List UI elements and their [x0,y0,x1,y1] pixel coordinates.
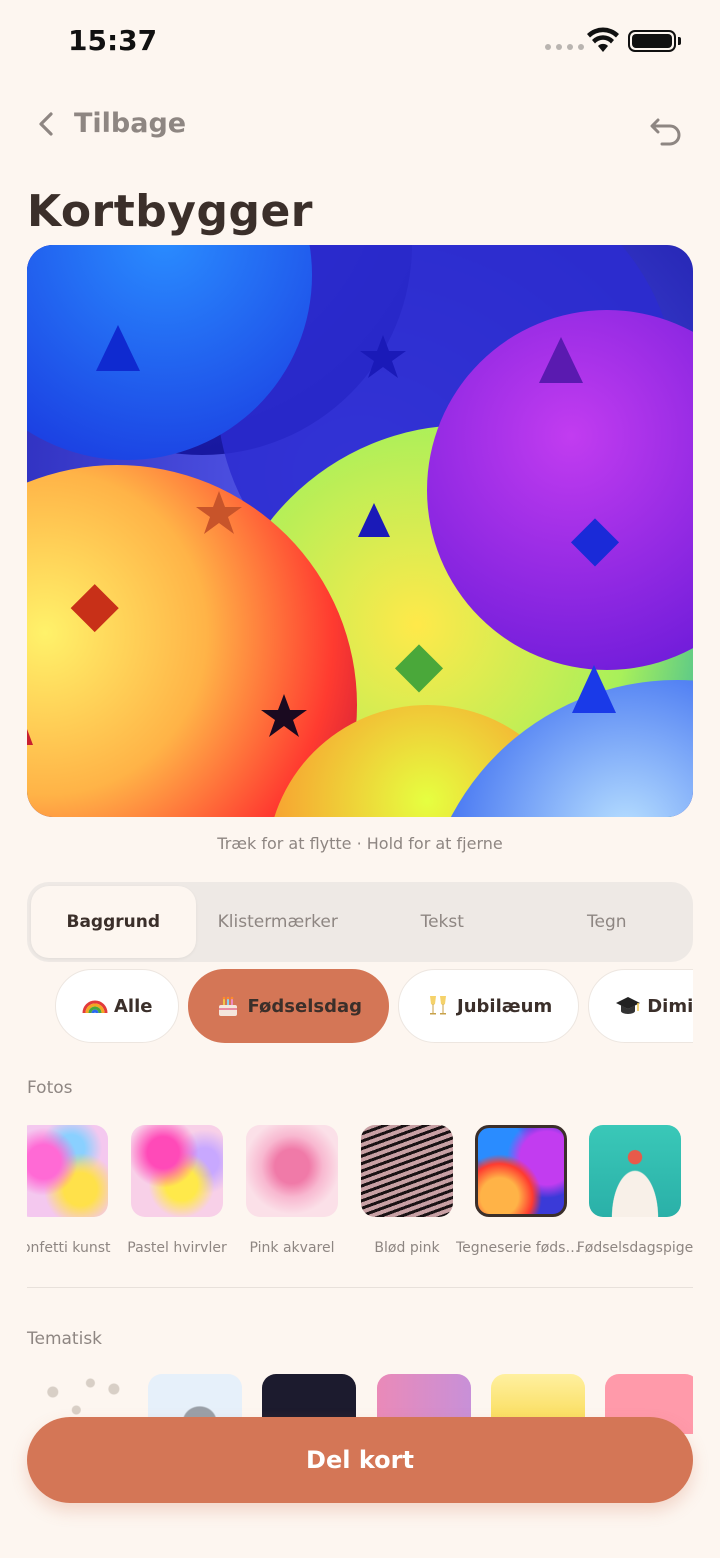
back-label: Tilbage [74,108,187,139]
canvas-hint: Træk for at flytte · Hold for at fjerne [217,834,503,853]
navigation-bar: Tilbage [0,100,720,160]
graduation-cap-icon [616,997,641,1014]
photo-label: Pink akvarel [249,1240,335,1256]
category-chip-all[interactable]: Alle [55,969,180,1043]
tab-background[interactable]: Baggrund [31,886,196,958]
champagne-glasses-icon [430,996,447,1015]
section-label-photos: Fotos [27,1078,73,1098]
photo-item[interactable]: Tegneserie fødselsdag [456,1123,586,1256]
category-chip-graduation[interactable]: Dimission [588,969,693,1043]
category-label: Fødselsdag [247,995,363,1017]
share-card-button[interactable]: Del kort [27,1417,693,1503]
photo-thumbnail[interactable] [246,1125,338,1217]
photo-label: Blød pink [374,1240,440,1256]
chevron-left-icon [39,111,53,136]
status-bar: 15:37 [0,0,720,80]
back-button[interactable]: Tilbage [34,108,186,139]
section-label-themed: Tematisk [27,1329,103,1349]
photo-thumbnail[interactable] [27,1125,108,1217]
photo-item[interactable]: Pink akvarel [244,1123,340,1256]
photo-label: Fødselsdagspige [576,1240,693,1256]
battery-icon [628,30,676,52]
rainbow-icon [82,1000,108,1014]
photo-thumbnail[interactable] [361,1125,453,1217]
birthday-cake-icon [219,996,238,1016]
photo-thumbnail-selected[interactable] [475,1125,567,1217]
undo-icon[interactable] [648,112,686,150]
photo-item[interactable]: Pastel hvirvler [127,1123,227,1256]
photo-label: Tegneserie fødselsdag [456,1240,586,1256]
card-background-image [27,245,693,817]
category-filter-row: Alle Fødselsdag Jubilæum Dimi [55,969,693,1045]
battery-tip [678,37,681,45]
category-chip-anniversary[interactable]: Jubilæum [398,969,580,1043]
cellular-signal-icon [545,44,584,50]
status-time: 15:37 [68,24,158,57]
category-label: Jubilæum [457,995,553,1017]
photo-label: Pastel hvirvler [127,1240,227,1256]
photo-item[interactable]: Blød pink [359,1123,455,1256]
editor-tabs: Baggrund Klistermærker Tekst Tegn [27,882,693,962]
category-chip-birthday[interactable]: Fødselsdag [188,969,390,1043]
page-title: Kortbygger [27,186,313,237]
section-divider [27,1287,693,1288]
category-label: Dimission [647,995,693,1017]
photo-item[interactable]: Konfetti kunst [27,1123,111,1256]
category-label: Alle [114,995,153,1017]
tab-draw[interactable]: Tegn [525,886,690,958]
photo-thumbnail[interactable] [131,1125,223,1217]
photo-thumbnail[interactable] [589,1125,681,1217]
photo-backgrounds-row: Konfetti kunst Pastel hvirvler Pink akva… [27,1123,693,1263]
tab-text[interactable]: Tekst [360,886,525,958]
tab-stickers[interactable]: Klistermærker [196,886,361,958]
card-canvas[interactable] [27,245,693,817]
photo-item[interactable]: Fødselsdagspige [577,1123,693,1256]
wifi-icon [587,27,619,52]
